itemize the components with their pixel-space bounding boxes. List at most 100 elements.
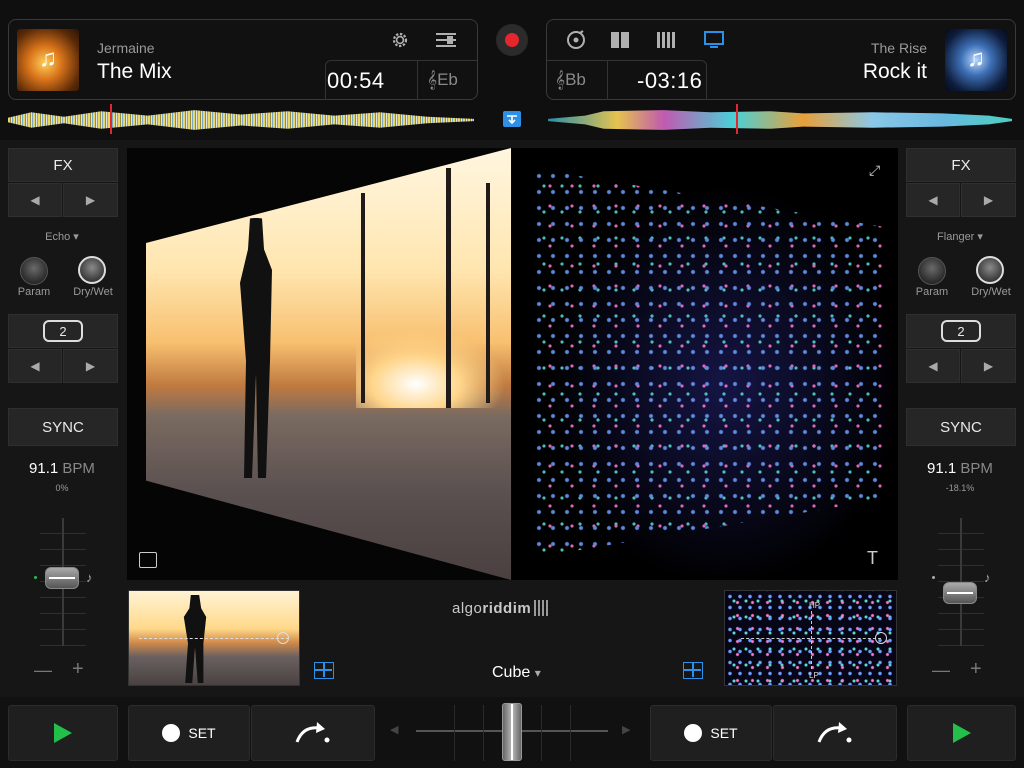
- target-icon[interactable]: [875, 632, 887, 644]
- right-pitch-handle[interactable]: [943, 582, 977, 604]
- left-loop-button[interactable]: 2: [8, 314, 118, 348]
- arrow-right-icon: ▶: [85, 193, 96, 207]
- left-param-label: Param: [17, 286, 51, 298]
- left-fx-prev-button[interactable]: ◀: [8, 183, 62, 217]
- loop-icon: 2: [43, 320, 83, 342]
- right-set-label: SET: [710, 725, 738, 741]
- left-pitch-indicator: [34, 576, 37, 579]
- right-pitch-minus-button[interactable]: —: [932, 660, 950, 681]
- gear-icon[interactable]: [388, 30, 412, 50]
- grid-icon[interactable]: [683, 662, 703, 679]
- music-note-icon: ♫: [39, 45, 57, 72]
- top-bar: ♫ Jermaine The Mix 00:54 𝄞Eb 𝄞Bb -03:16 …: [0, 0, 1024, 140]
- left-title: The Mix: [97, 60, 172, 83]
- left-drywet-label: Dry/Wet: [73, 286, 113, 298]
- curved-arrow-icon: [295, 722, 330, 743]
- left-cue-set-button[interactable]: SET: [128, 705, 250, 761]
- left-bpm: 91.1 BPM: [6, 460, 118, 477]
- right-playhead: [736, 104, 738, 134]
- arrow-left-icon: ◀: [928, 193, 938, 207]
- left-pitch-minus-button[interactable]: —: [34, 660, 52, 681]
- text-icon[interactable]: T: [867, 548, 878, 569]
- right-bpm-value: 91.1: [927, 460, 957, 477]
- left-sync-button[interactable]: SYNC: [8, 408, 118, 446]
- multi-view-icon[interactable]: [654, 30, 678, 50]
- left-play-button[interactable]: [8, 705, 118, 761]
- grid-icon[interactable]: [314, 662, 334, 679]
- brand-grid-icon: [534, 600, 551, 616]
- sync-waveform-button[interactable]: [503, 111, 521, 127]
- right-param-knob[interactable]: [918, 257, 946, 285]
- right-album-art[interactable]: ♫: [945, 29, 1007, 91]
- right-pitch-plus-button[interactable]: +: [970, 658, 982, 681]
- key-icon: 𝄞: [555, 70, 566, 89]
- video-preview[interactable]: ⤢ T: [127, 148, 898, 580]
- music-note-icon: ♪: [86, 570, 93, 585]
- right-jump-button[interactable]: [773, 705, 897, 761]
- right-loop-button[interactable]: 2: [906, 314, 1016, 348]
- arrow-right-icon: ▶: [983, 359, 994, 373]
- cue-dot-icon: [684, 724, 703, 742]
- right-drywet-knob[interactable]: [976, 256, 1004, 284]
- lp-label: LP: [809, 671, 819, 680]
- right-fx-next-button[interactable]: ▶: [961, 183, 1016, 217]
- brand-prefix: algo: [452, 600, 483, 617]
- music-note-icon: ♪: [984, 570, 991, 585]
- right-cue-set-button[interactable]: SET: [650, 705, 772, 761]
- transition-select[interactable]: Cube ▾: [492, 664, 541, 682]
- right-loop-prev-button[interactable]: ◀: [906, 349, 960, 383]
- hp-label: HP: [809, 601, 821, 610]
- right-sync-button[interactable]: SYNC: [906, 408, 1016, 446]
- left-param-knob[interactable]: [20, 257, 48, 285]
- left-fx-button[interactable]: FX: [8, 148, 118, 182]
- arrow-right-icon: ▶: [85, 359, 96, 373]
- right-bpm-unit: BPM: [960, 460, 993, 477]
- right-fx-button[interactable]: FX: [906, 148, 1016, 182]
- right-key[interactable]: 𝄞Bb: [555, 70, 586, 90]
- crossfader-left-arrow[interactable]: ◀: [390, 723, 398, 736]
- fullscreen-icon[interactable]: ⤢: [869, 162, 885, 178]
- split-view-icon[interactable]: [608, 30, 632, 50]
- cue-dot-icon: [162, 724, 181, 742]
- left-jump-button[interactable]: [251, 705, 375, 761]
- left-waveform[interactable]: [8, 110, 474, 130]
- record-button[interactable]: [496, 24, 528, 56]
- bottom-bar: SET ◀ ▶ SET: [0, 697, 1024, 768]
- left-side-panel: FX ◀ ▶ Echo ▾ Param Dry/Wet 2 ◀ ▶ SYNC 9…: [6, 146, 118, 694]
- chevron-down-icon: ▾: [977, 231, 983, 243]
- left-album-art[interactable]: ♫: [17, 29, 79, 91]
- left-fx-next-button[interactable]: ▶: [63, 183, 118, 217]
- equalizer-icon[interactable]: [434, 30, 458, 50]
- left-drywet-knob[interactable]: [78, 256, 106, 284]
- right-pitch-indicator: [932, 576, 935, 579]
- image-icon[interactable]: [139, 552, 157, 568]
- left-loop-next-button[interactable]: ▶: [63, 349, 118, 383]
- right-effect-select[interactable]: Flanger ▾: [904, 230, 1016, 243]
- left-loop-prev-button[interactable]: ◀: [8, 349, 62, 383]
- monitor-icon[interactable]: [702, 30, 726, 50]
- left-effect-name: Echo: [45, 231, 71, 243]
- left-video-thumbnail[interactable]: [128, 590, 300, 686]
- left-key-value: Eb: [437, 70, 458, 89]
- crossfader-handle[interactable]: [502, 703, 522, 761]
- transition-label: Cube: [492, 664, 531, 681]
- right-play-button[interactable]: [907, 705, 1016, 761]
- left-elapsed-time: 00:54: [327, 68, 385, 93]
- right-loop-next-button[interactable]: ▶: [961, 349, 1016, 383]
- crossfader-right-arrow[interactable]: ▶: [622, 723, 630, 736]
- target-icon[interactable]: [277, 632, 289, 644]
- left-bpm-unit: BPM: [62, 460, 95, 477]
- left-pitch-percent: 0%: [55, 483, 69, 493]
- right-effect-name: Flanger: [937, 231, 975, 243]
- brand-suffix: riddim: [482, 600, 532, 617]
- left-pitch-plus-button[interactable]: +: [72, 658, 84, 681]
- vinyl-icon[interactable]: [564, 30, 588, 50]
- left-key[interactable]: 𝄞Eb: [427, 70, 458, 90]
- play-icon: [54, 723, 72, 743]
- right-video-thumbnail[interactable]: HP LP: [724, 590, 897, 686]
- right-param-label: Param: [915, 286, 949, 298]
- left-pitch-handle[interactable]: [45, 567, 79, 589]
- left-effect-select[interactable]: Echo ▾: [6, 230, 118, 243]
- right-fx-prev-button[interactable]: ◀: [906, 183, 960, 217]
- right-waveform[interactable]: [548, 110, 1012, 130]
